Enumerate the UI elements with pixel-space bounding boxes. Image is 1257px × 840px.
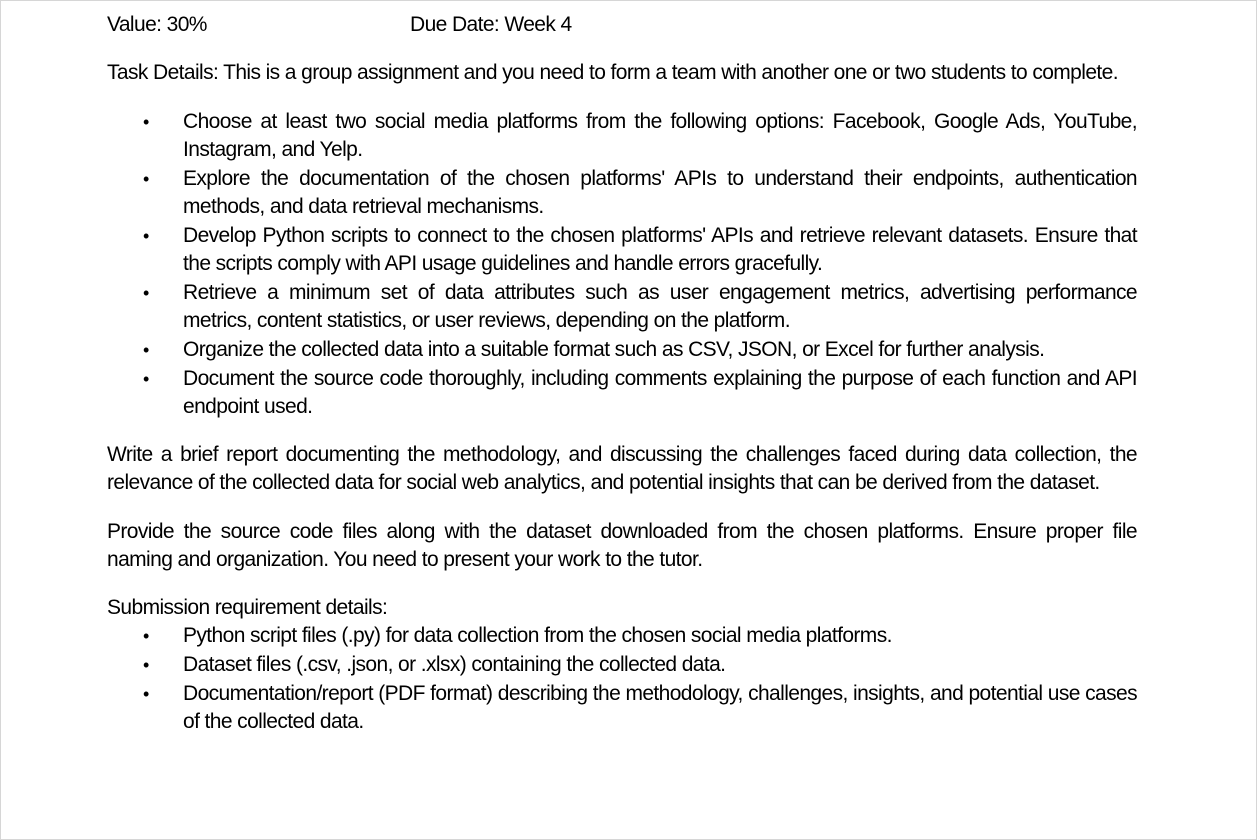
assignment-meta-row: Value: 30% Due Date: Week 4 [107,11,1137,39]
list-item: • Dataset files (.csv, .json, or .xlsx) c… [107,651,1137,679]
report-paragraph: Write a brief report documenting the met… [107,443,1138,494]
list-item: • Document the source code thoroughly, in… [107,365,1138,421]
list-item-text: Organize the collected data into a suita… [183,338,1045,361]
bullet-icon: • [143,340,149,360]
list-item-text: Explore the documentation of the chosen … [183,167,1138,218]
list-item: • Organize the collected data into a suit… [107,336,1137,364]
list-item: • Documentation/report (PDF format) descr… [107,680,1138,736]
list-item: • Retrieve a minimum set of data attribut… [107,279,1138,335]
bullet-icon: • [143,626,149,646]
bullet-icon: • [143,112,149,132]
assignment-due-date: Due Date: Week 4 [410,13,572,36]
bullet-icon: • [143,283,149,303]
list-item: • Develop Python scripts to connect to th… [107,222,1138,278]
document-page: Value: 30% Due Date: Week 4 Task Details… [0,0,1257,840]
bullet-icon: • [143,684,149,704]
list-item-text: Retrieve a minimum set of data attribute… [183,281,1138,332]
list-item-text: Python script files (.py) for data colle… [183,624,892,647]
list-item-text: Documentation/report (PDF format) descri… [183,682,1138,733]
list-item-text: Dataset files (.csv, .json, or .xlsx) co… [183,653,726,676]
list-item: • Choose at least two social media platfo… [107,108,1138,164]
list-item-text: Develop Python scripts to connect to the… [183,224,1138,275]
submission-list: • Python script files (.py) for data coll… [107,622,1138,736]
task-list: • Choose at least two social media platfo… [107,108,1138,421]
list-item-text: Choose at least two social media platfor… [183,110,1138,161]
task-details-paragraph: Task Details: This is a group assignment… [107,61,1119,84]
document-content: Value: 30% Due Date: Week 4 Task Details… [107,11,1138,737]
bullet-icon: • [143,226,149,246]
assignment-value: Value: 30% [107,13,207,36]
submission-heading: Submission requirement details: [107,596,388,619]
list-item: • Python script files (.py) for data coll… [107,622,1137,650]
list-item: • Explore the documentation of the chosen… [107,165,1138,221]
bullet-icon: • [143,369,149,389]
list-item-text: Document the source code thoroughly, inc… [183,367,1138,418]
bullet-icon: • [143,655,149,675]
provide-paragraph: Provide the source code files along with… [107,520,1138,571]
bullet-icon: • [143,169,149,189]
